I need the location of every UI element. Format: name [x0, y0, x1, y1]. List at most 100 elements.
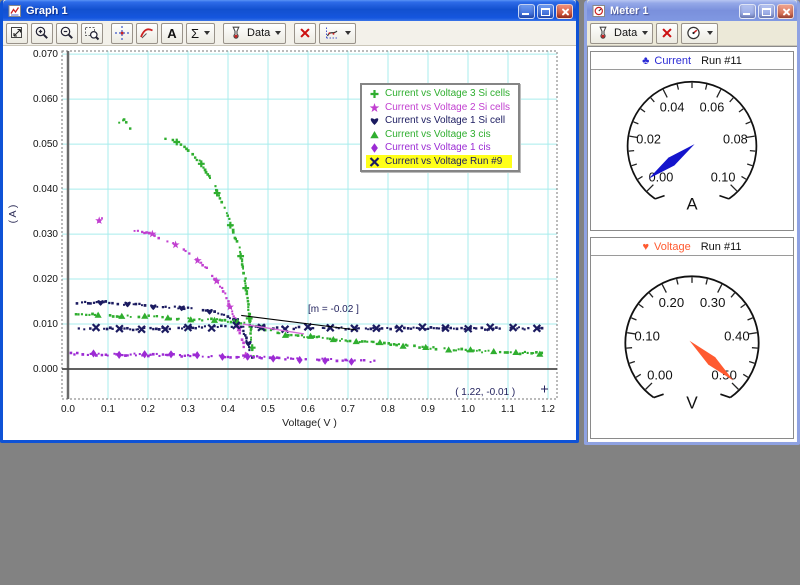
- x-axis-title: Voltage( V ): [282, 417, 337, 429]
- dropdown-caret-icon: [707, 31, 713, 35]
- minimize-button[interactable]: [518, 4, 535, 19]
- zoom-out-button[interactable]: [56, 23, 78, 44]
- graph-titlebar[interactable]: Graph 1: [3, 0, 576, 21]
- x-tick-label: 0.4: [221, 404, 235, 415]
- x-tick-label: 0.6: [301, 404, 315, 415]
- meter-window-title: Meter 1: [610, 5, 737, 17]
- meter-header: ♣ Current Run #11: [591, 52, 793, 70]
- gauge-tick-label: 0.10: [634, 328, 660, 343]
- series-3: [75, 312, 544, 357]
- meter-symbol: ♣: [642, 55, 649, 67]
- y-tick-label: 0.020: [33, 274, 58, 285]
- x-tick-label: 0.7: [341, 404, 355, 415]
- x-tick-label: 0.1: [101, 404, 115, 415]
- y-tick-label: 0.070: [33, 49, 58, 60]
- meter-run-label: Run #11: [701, 55, 742, 67]
- meter-name: Current: [654, 55, 691, 67]
- gauge-tick-label: 0.00: [647, 368, 673, 383]
- delete-button[interactable]: [656, 23, 678, 44]
- meter-toolbar: Data: [587, 21, 797, 46]
- legend-item[interactable]: Current vs Voltage 1 cis: [366, 141, 512, 155]
- meter-run-label: Run #11: [701, 241, 742, 253]
- data-icon: [595, 25, 611, 41]
- meter-titlebar[interactable]: Meter 1: [587, 0, 797, 21]
- y-tick-label: 0.040: [33, 184, 58, 195]
- zoom-out-icon: [59, 25, 75, 41]
- maximize-button[interactable]: [758, 4, 775, 19]
- zoom-in-button[interactable]: [31, 23, 53, 44]
- maximize-button[interactable]: [537, 4, 554, 19]
- graph-client: 0.00.10.20.30.40.50.60.70.80.91.01.11.20…: [3, 46, 576, 440]
- voltage-gauge: 0.000.100.200.300.400.50V: [591, 256, 793, 438]
- dropdown-caret-icon: [642, 31, 648, 35]
- x-tick-label: 0.3: [181, 404, 195, 415]
- series-1: [95, 216, 250, 359]
- legend-marker-icon: [368, 87, 381, 100]
- data-button[interactable]: Data: [590, 23, 653, 44]
- y-tick-label: 0.060: [33, 94, 58, 105]
- delete-icon: [660, 26, 674, 40]
- gauge-tick-label: 0.02: [636, 133, 661, 147]
- data-icon: [228, 25, 244, 41]
- legend-item[interactable]: Current vs Voltage 1 Si cell: [366, 114, 512, 128]
- gauge-tick-label: 0.30: [700, 295, 726, 310]
- minimize-button[interactable]: [739, 4, 756, 19]
- meter-panel-voltage: ♥ Voltage Run #11 0.000.100.200.300.400.…: [590, 237, 794, 439]
- x-tick-label: 0.0: [61, 404, 75, 415]
- statistics-sigma-label: Σ: [191, 26, 199, 41]
- gauge-tick-label: 0.04: [660, 100, 685, 114]
- legend-marker-icon: [368, 155, 381, 168]
- legend-item[interactable]: Current vs Voltage Run #9: [366, 155, 512, 169]
- meter-name: Voltage: [654, 241, 691, 253]
- zoom-in-icon: [34, 25, 50, 41]
- x-tick-label: 1.0: [461, 404, 475, 415]
- legend-item[interactable]: Current vs Voltage 2 Si cells: [366, 101, 512, 115]
- x-tick-label: 0.9: [421, 404, 435, 415]
- smart-tool-button[interactable]: [111, 23, 133, 44]
- dropdown-caret-icon: [204, 31, 210, 35]
- close-button[interactable]: [556, 4, 573, 19]
- dropdown-caret-icon: [345, 31, 351, 35]
- text-tool-button[interactable]: A: [161, 23, 183, 44]
- gauge-tick-label: 0.06: [700, 100, 725, 114]
- x-tick-label: 1.2: [541, 404, 555, 415]
- chart-legend: Current vs Voltage 3 Si cells Current vs …: [360, 83, 520, 172]
- meter-window: Meter 1 Data ♣: [584, 0, 800, 445]
- y-tick-label: 0.000: [33, 364, 58, 375]
- statistics-button[interactable]: Σ: [186, 23, 215, 44]
- y-axis-title: ( A ): [7, 205, 19, 224]
- current-gauge: 0.000.020.040.060.080.10A: [591, 70, 793, 230]
- legend-label: Current vs Voltage 3 Si cells: [385, 88, 510, 99]
- gauge-unit-label: A: [686, 195, 698, 214]
- delete-icon: [298, 26, 312, 40]
- meter-style-button[interactable]: [681, 23, 718, 44]
- legend-label: Current vs Voltage 1 cis: [385, 142, 491, 153]
- curve-fit-button[interactable]: [136, 23, 158, 44]
- legend-item[interactable]: Current vs Voltage 3 Si cells: [366, 87, 512, 101]
- legend-item[interactable]: Current vs Voltage 3 cis: [366, 128, 512, 142]
- graph-toolbar: A Σ Data: [3, 21, 576, 46]
- series-4: [70, 349, 376, 365]
- smart-tool-icon: [114, 25, 130, 41]
- scale-to-fit-button[interactable]: [6, 23, 28, 44]
- x-tick-label: 1.1: [501, 404, 515, 415]
- slope-annotation: [m = -0.02 ]: [308, 304, 359, 315]
- legend-marker-icon: [368, 101, 381, 114]
- delete-button[interactable]: [294, 23, 316, 44]
- data-button-label: Data: [614, 27, 637, 39]
- graph-window-title: Graph 1: [26, 5, 516, 17]
- legend-label: Current vs Voltage 2 Si cells: [385, 102, 510, 113]
- gauge-tick-label: 0.40: [724, 328, 750, 343]
- graph-settings-button[interactable]: [319, 23, 356, 44]
- graph-settings-icon: [324, 25, 340, 41]
- data-button[interactable]: Data: [223, 23, 286, 44]
- close-button[interactable]: [777, 4, 794, 19]
- x-tick-label: 0.8: [381, 404, 395, 415]
- legend-label: Current vs Voltage 3 cis: [385, 129, 491, 140]
- y-tick-label: 0.010: [33, 319, 58, 330]
- legend-label: Current vs Voltage Run #9: [385, 156, 502, 167]
- zoom-select-button[interactable]: [81, 23, 103, 44]
- smart-cursor-icon: [541, 386, 548, 393]
- curve-fit-icon: [139, 25, 155, 41]
- graph-window: Graph 1: [0, 0, 579, 443]
